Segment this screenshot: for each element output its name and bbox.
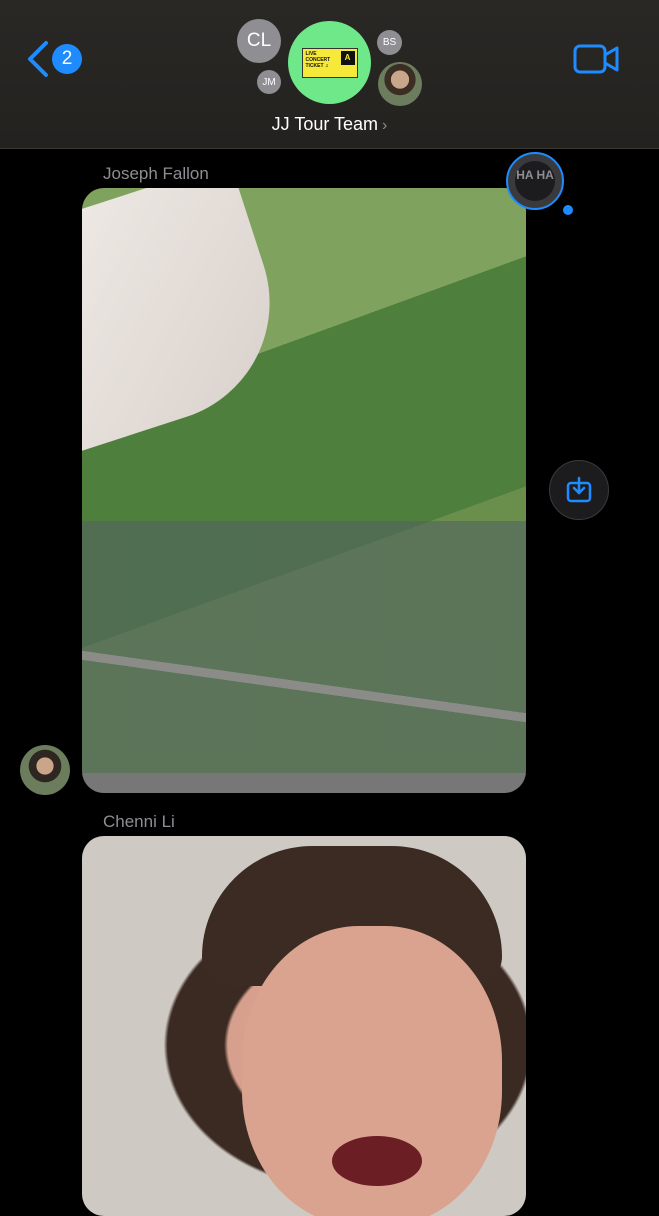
sender-avatar[interactable] <box>20 745 70 795</box>
chat-title[interactable]: JJ Tour Team › <box>0 114 659 135</box>
avatar-jm[interactable]: JM <box>257 70 281 94</box>
back-chevron-icon <box>28 41 48 77</box>
photo-content <box>82 188 301 451</box>
ticket-zone: A <box>340 50 355 65</box>
chat-header: 2 CL JM LIVE CONCERT TICKET ♫ A BS JJ To… <box>0 0 659 149</box>
chevron-right-icon: › <box>382 117 388 134</box>
reaction-label: HA HA <box>515 161 555 201</box>
photo-content <box>82 773 526 793</box>
photo-content <box>332 1136 422 1186</box>
group-avatar[interactable]: LIVE CONCERT TICKET ♫ A <box>288 21 371 104</box>
ticket-icon: LIVE CONCERT TICKET ♫ A <box>301 47 358 78</box>
haha-reaction-icon[interactable]: HA HA <box>506 152 564 210</box>
back-button[interactable]: 2 <box>26 40 82 78</box>
avatar-photo[interactable] <box>378 62 422 106</box>
photo-content <box>82 626 526 750</box>
unread-count-badge: 2 <box>52 44 82 74</box>
avatar-bs[interactable]: BS <box>377 30 402 55</box>
sender-name: Joseph Fallon <box>103 164 209 183</box>
save-download-icon <box>566 476 592 503</box>
avatar-cl[interactable]: CL <box>237 19 281 63</box>
photo-message[interactable] <box>82 188 526 793</box>
reaction-indicator <box>563 205 573 215</box>
save-photo-button[interactable] <box>549 460 609 520</box>
sender-name: Chenni Li <box>103 812 175 831</box>
photo-message[interactable] <box>82 836 526 1216</box>
video-call-icon <box>573 44 619 74</box>
video-call-button[interactable] <box>573 43 619 80</box>
chat-title-text: JJ Tour Team <box>271 114 379 134</box>
